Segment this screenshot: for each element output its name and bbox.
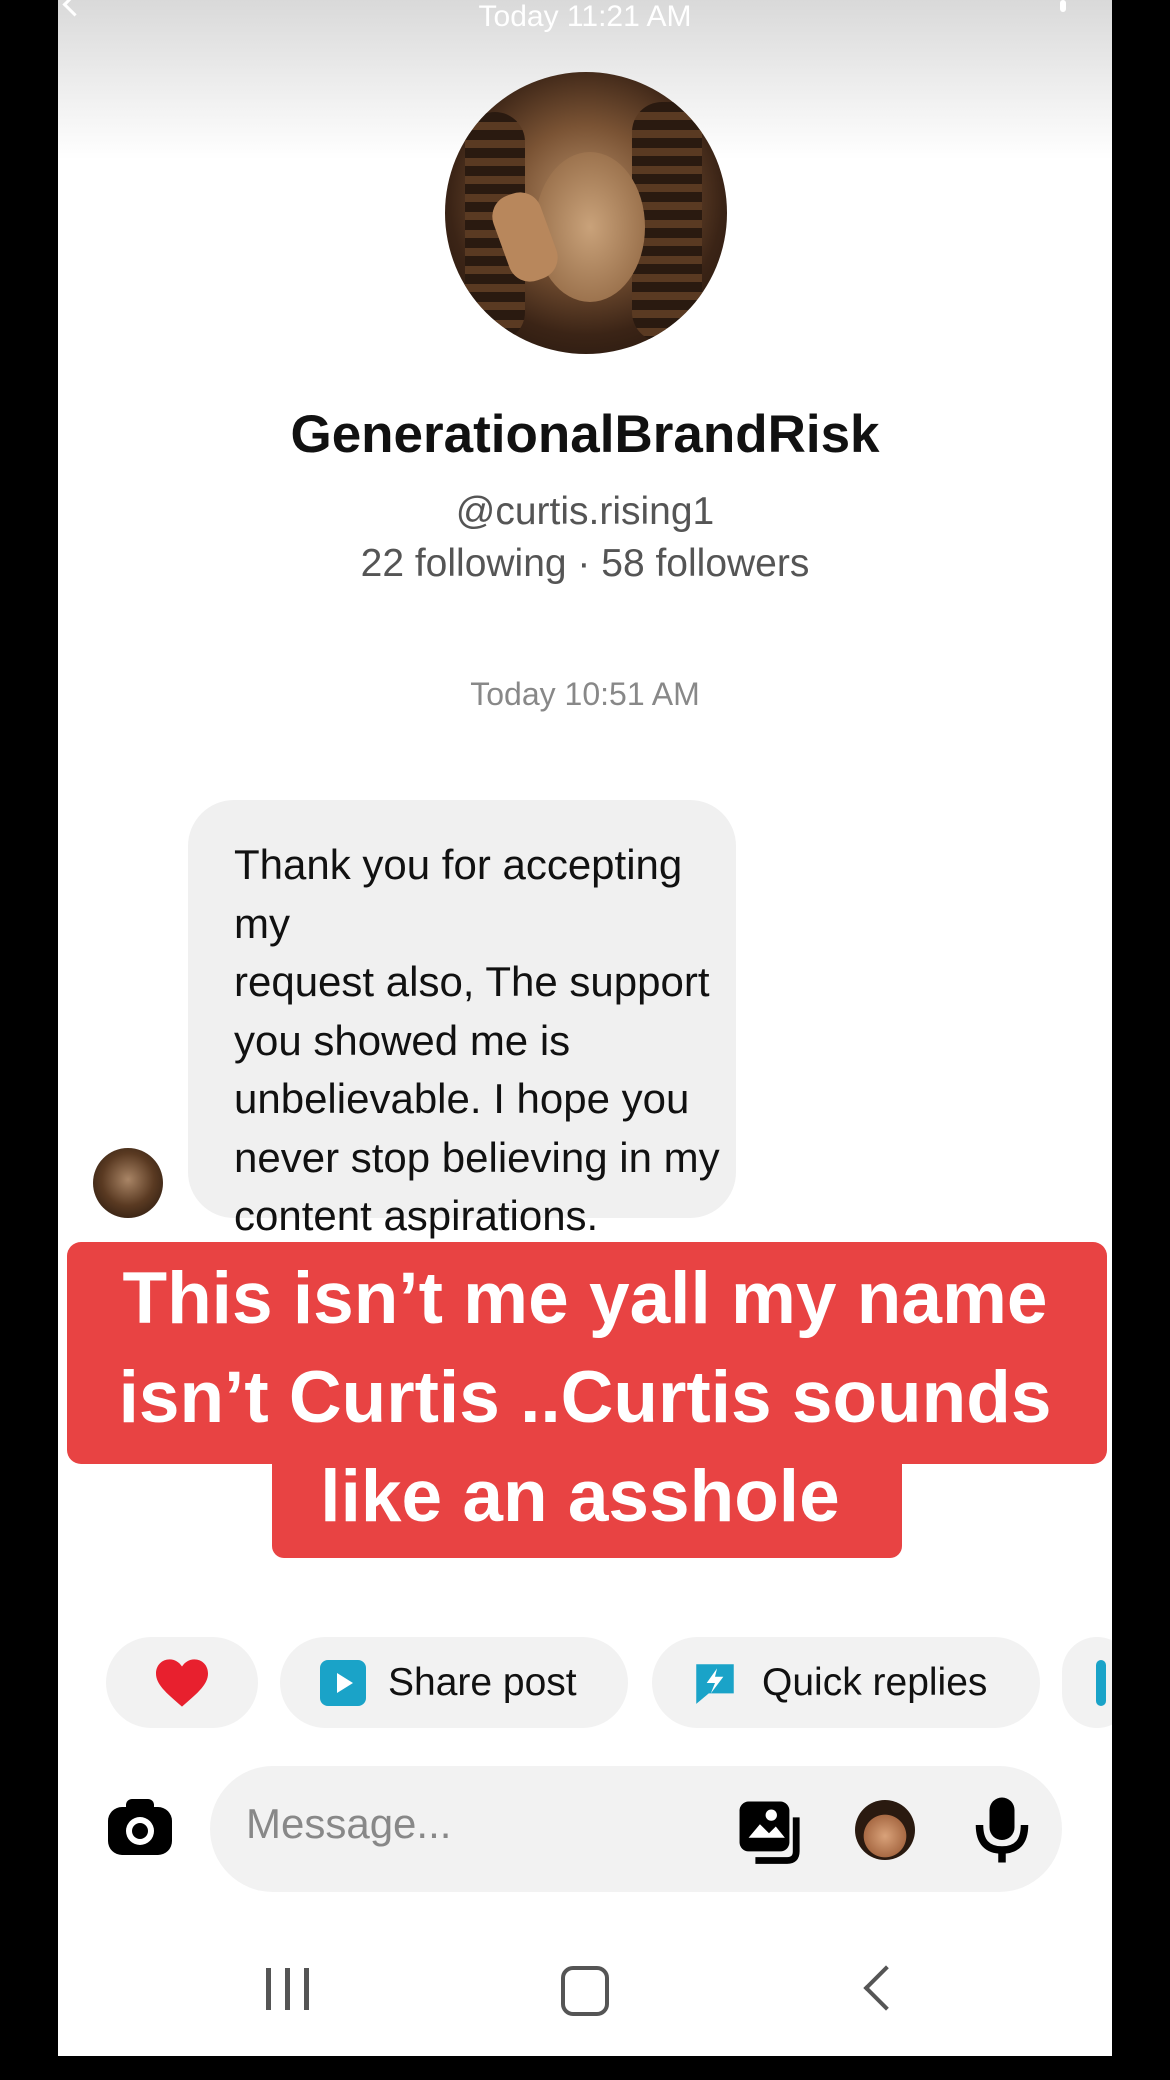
- dm-screen: Today 11:21 AM GenerationalBrandRisk @cu…: [58, 0, 1112, 2056]
- quick-replies-label: Quick replies: [762, 1660, 988, 1704]
- profile-stats: 22 following · 58 followers: [360, 542, 810, 585]
- heart-icon: [156, 1658, 208, 1707]
- sticker-icon[interactable]: [855, 1800, 915, 1860]
- status-time: Today 11:21 AM: [478, 0, 692, 33]
- nav-back-icon[interactable]: [863, 1965, 909, 2011]
- share-post-icon: [320, 1659, 366, 1706]
- caption-line: This isn’t me yall my name: [122, 1258, 1048, 1339]
- quick-replies-button[interactable]: Quick replies: [652, 1637, 1040, 1728]
- caption-line: like an asshole: [320, 1456, 840, 1537]
- more-actions-chip[interactable]: [1062, 1637, 1112, 1728]
- gallery-icon[interactable]: [734, 1797, 804, 1865]
- message-line: content aspirations.: [234, 1192, 599, 1239]
- message-bubble[interactable]: Thank you for accepting my request also,…: [188, 800, 736, 1239]
- message-timestamp: Today 10:51 AM: [470, 676, 700, 712]
- share-post-label: Share post: [388, 1660, 577, 1704]
- caption-line: isn’t Curtis ..Curtis sounds: [118, 1357, 1052, 1438]
- sender-avatar[interactable]: [93, 1148, 163, 1218]
- message-line: Thank you for accepting my: [234, 841, 683, 947]
- mic-icon[interactable]: [972, 1795, 1032, 1865]
- more-options-icon[interactable]: [1060, 0, 1066, 12]
- share-post-button[interactable]: Share post: [280, 1637, 628, 1728]
- message-input[interactable]: Message...: [246, 1800, 451, 1848]
- nav-recents-icon[interactable]: [266, 1968, 310, 2010]
- camera-icon[interactable]: [106, 1797, 174, 1857]
- profile-handle: @curtis.rising1: [455, 490, 715, 533]
- message-line: request also, The support: [234, 958, 710, 1005]
- message-line: you showed me is: [234, 1016, 571, 1064]
- message-line: unbelievable. I hope you: [234, 1075, 690, 1122]
- quick-replies-icon: [696, 1663, 734, 1704]
- more-actions-icon: [1096, 1659, 1106, 1706]
- heart-react-button[interactable]: [106, 1637, 258, 1728]
- profile-avatar[interactable]: [445, 72, 727, 354]
- nav-home-icon[interactable]: [561, 1966, 609, 2016]
- profile-display-name: GenerationalBrandRisk: [290, 405, 880, 464]
- message-line: never stop believing in my: [234, 1133, 720, 1181]
